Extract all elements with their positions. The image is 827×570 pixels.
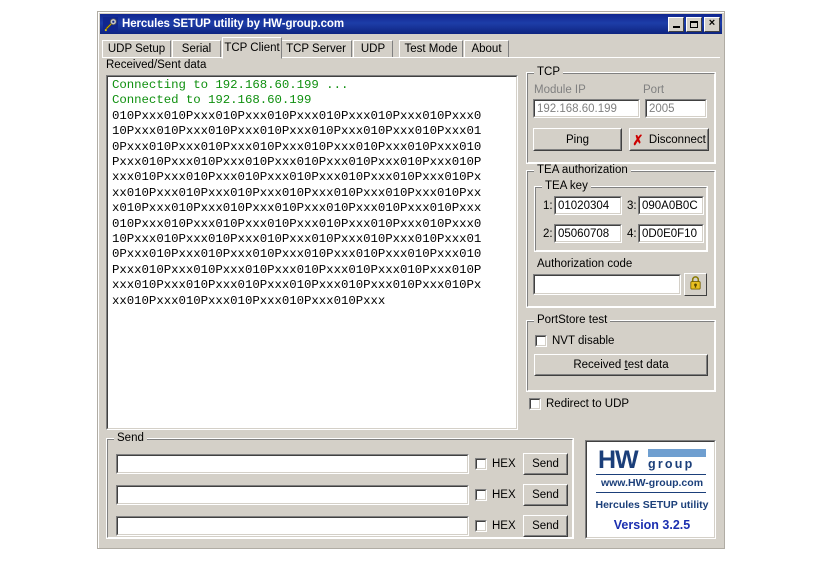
tcp-group-label: TCP bbox=[534, 66, 563, 78]
padlock-icon bbox=[688, 274, 703, 295]
tab-about[interactable]: About bbox=[464, 40, 509, 58]
tab-udp-setup[interactable]: UDP Setup bbox=[102, 40, 171, 58]
send-input-2[interactable] bbox=[116, 485, 469, 505]
send-button-2[interactable]: Send bbox=[523, 484, 568, 506]
tab-udp[interactable]: UDP bbox=[353, 40, 393, 58]
hex-label-1: HEX bbox=[492, 458, 516, 470]
received-data-content: Connecting to 192.168.60.199 ... Connect… bbox=[112, 78, 482, 308]
nvt-disable-label: NVT disable bbox=[552, 335, 615, 347]
port-value: 2005 bbox=[649, 102, 675, 115]
logo-url-text: www.HW-group.com bbox=[600, 477, 704, 489]
module-ip-value: 192.168.60.199 bbox=[537, 102, 617, 115]
authorization-code-label: Authorization code bbox=[537, 258, 633, 270]
redirect-to-udp-label: Redirect to UDP bbox=[546, 398, 630, 410]
authorization-lock-button[interactable] bbox=[684, 273, 707, 296]
send-group-label: Send bbox=[114, 432, 147, 444]
tea-key-2-input[interactable]: 05060708 bbox=[554, 224, 622, 243]
application-window: Hercules SETUP utility by HW-group.com ×… bbox=[97, 11, 725, 549]
module-ip-input[interactable]: 192.168.60.199 bbox=[533, 99, 640, 118]
hercules-wrench-icon bbox=[103, 16, 118, 32]
received-data-label: Received/Sent data bbox=[106, 59, 207, 71]
tab-bar: UDP Setup Serial TCP Client TCP Server U… bbox=[102, 37, 720, 59]
tab-tcp-server[interactable]: TCP Server bbox=[280, 40, 352, 58]
logo-divider-top bbox=[596, 474, 706, 475]
send-input-1[interactable] bbox=[116, 454, 469, 474]
tea-key-3-input[interactable]: 090A0B0C bbox=[638, 196, 704, 215]
hw-group-logo-panel: HW group www.HW-group.com Hercules SETUP… bbox=[585, 440, 716, 539]
redirect-to-udp-checkbox[interactable]: Redirect to UDP bbox=[529, 398, 629, 410]
disconnect-button[interactable]: ✗ Disconnect bbox=[629, 128, 709, 151]
send-button-1[interactable]: Send bbox=[523, 453, 568, 475]
disconnect-button-label: Disconnect bbox=[648, 133, 706, 146]
send-button-3-label: Send bbox=[532, 520, 559, 532]
tea-key-1-value: 01020304 bbox=[558, 199, 610, 212]
tab-tcp-client[interactable]: TCP Client bbox=[222, 37, 282, 59]
hex-label-3: HEX bbox=[492, 520, 516, 532]
logo-group-text: group bbox=[648, 457, 695, 471]
hex-checkbox-3[interactable]: HEX bbox=[475, 520, 516, 532]
send-input-3[interactable] bbox=[116, 516, 469, 536]
tea-key-group-label: TEA key bbox=[542, 180, 591, 192]
maximize-button[interactable] bbox=[686, 16, 702, 32]
hex-label-2: HEX bbox=[492, 489, 516, 501]
window-title: Hercules SETUP utility by HW-group.com bbox=[122, 18, 344, 30]
tea-group-label: TEA authorization bbox=[534, 164, 631, 176]
received-data-textarea[interactable]: Connecting to 192.168.60.199 ... Connect… bbox=[106, 75, 518, 430]
tea-key-2-number: 2: bbox=[543, 228, 553, 240]
tea-key-3-value: 090A0B0C bbox=[642, 199, 698, 212]
logo-version-text: Version 3.2.5 bbox=[613, 518, 691, 532]
port-input[interactable]: 2005 bbox=[645, 99, 707, 118]
send-button-3[interactable]: Send bbox=[523, 515, 568, 537]
title-bar: Hercules SETUP utility by HW-group.com × bbox=[100, 14, 722, 34]
module-ip-label: Module IP bbox=[534, 84, 586, 96]
hex-checkbox-2[interactable]: HEX bbox=[475, 489, 516, 501]
received-test-data-button[interactable]: Received test data bbox=[534, 354, 708, 376]
send-button-1-label: Send bbox=[532, 458, 559, 470]
tea-key-2-value: 05060708 bbox=[558, 227, 610, 240]
nvt-disable-checkbox[interactable]: NVT disable bbox=[535, 335, 614, 347]
authorization-code-input[interactable] bbox=[533, 274, 681, 295]
nvt-disable-checkbox-box[interactable] bbox=[535, 335, 547, 347]
tea-key-4-value: 0D0E0F10 bbox=[642, 227, 697, 240]
portstore-group-label: PortStore test bbox=[534, 314, 611, 326]
send-button-2-label: Send bbox=[532, 489, 559, 501]
port-label: Port bbox=[643, 84, 665, 96]
tab-serial[interactable]: Serial bbox=[172, 40, 221, 58]
tea-key-1-number: 1: bbox=[543, 200, 553, 212]
hex-checkbox-1[interactable]: HEX bbox=[475, 458, 516, 470]
tea-key-1-input[interactable]: 01020304 bbox=[554, 196, 622, 215]
close-button[interactable]: × bbox=[704, 16, 720, 32]
ping-button-label: Ping bbox=[565, 133, 590, 146]
received-test-data-label: Received test data bbox=[573, 359, 669, 371]
tab-test-mode[interactable]: Test Mode bbox=[399, 40, 463, 58]
window-controls: × bbox=[668, 16, 720, 32]
logo-accent-bar bbox=[648, 449, 706, 457]
logo-divider-bottom bbox=[596, 492, 706, 493]
tea-key-4-input[interactable]: 0D0E0F10 bbox=[638, 224, 704, 243]
tea-key-3-number: 3: bbox=[627, 200, 637, 212]
ping-button[interactable]: Ping bbox=[533, 128, 622, 151]
redirect-to-udp-checkbox-box[interactable] bbox=[529, 398, 541, 410]
hex-checkbox-2-box[interactable] bbox=[475, 489, 487, 501]
tea-key-4-number: 4: bbox=[627, 228, 637, 240]
red-x-icon: ✗ bbox=[632, 131, 644, 148]
minimize-button[interactable] bbox=[668, 16, 684, 32]
hex-checkbox-1-box[interactable] bbox=[475, 458, 487, 470]
logo-hw-text: HW bbox=[598, 446, 639, 474]
hex-checkbox-3-box[interactable] bbox=[475, 520, 487, 532]
client-area: Received/Sent data Connecting to 192.168… bbox=[102, 58, 720, 545]
logo-product-text: Hercules SETUP utility bbox=[595, 499, 709, 511]
